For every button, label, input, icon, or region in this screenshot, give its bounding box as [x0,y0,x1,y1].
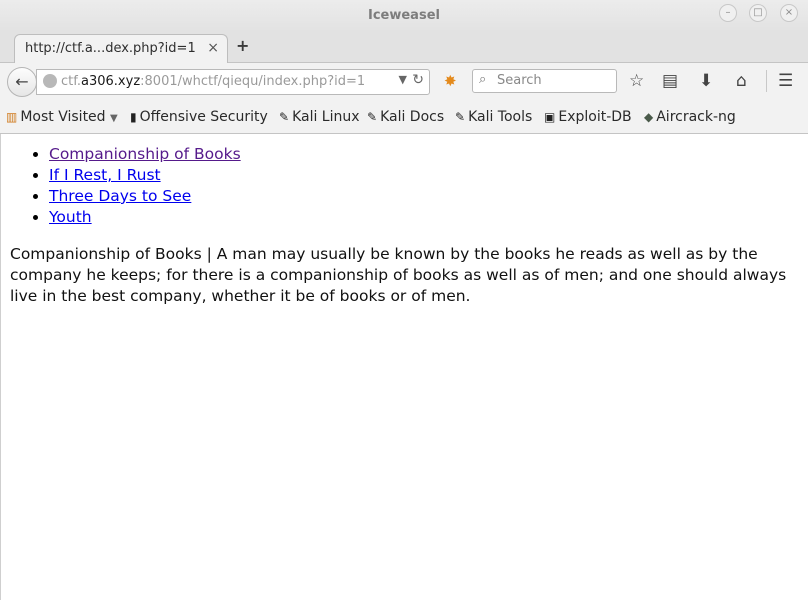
article-link-list: Companionship of Books If I Rest, I Rust… [1,144,241,228]
downloads-icon[interactable]: ⬇ [699,71,713,91]
list-item: Companionship of Books [49,144,241,165]
url-bar[interactable]: ctf.a306.xyz:8001/whctf/qiequ/index.php?… [36,69,430,95]
window-titlebar: Iceweasel – □ × [0,0,808,32]
url-text[interactable]: ctf.a306.xyz:8001/whctf/qiequ/index.php?… [61,74,365,89]
search-input[interactable] [497,71,607,89]
folder-icon: ▥ [6,110,18,124]
list-item: If I Rest, I Rust [49,165,241,186]
url-dropdown-icon[interactable]: ▼ [399,73,407,86]
tab-title: http://ctf.a...dex.php?id=1 [25,41,196,56]
reload-icon[interactable]: ↻ [412,72,424,88]
chevron-down-icon: ▼ [110,113,118,124]
new-tab-button[interactable]: + [236,36,249,55]
toolbar-separator [766,70,767,92]
link-youth[interactable]: Youth [49,208,92,226]
bookmark-kali-docs[interactable]: ✎ Kali Docs [367,109,444,125]
list-item: Three Days to See [49,186,241,207]
aircrack-icon: ◆ [644,110,654,124]
back-button[interactable]: ← [7,67,37,97]
bookmark-kali-tools[interactable]: ✎ Kali Tools [455,109,532,125]
link-if-i-rest-i-rust[interactable]: If I Rest, I Rust [49,166,161,184]
list-item: Youth [49,207,241,228]
article-text: Companionship of Books | A man may usual… [10,245,787,305]
kali-icon: ✎ [367,110,378,124]
bookmark-most-visited[interactable]: ▥ Most Visited ▼ [6,109,118,125]
bookmarks-toolbar: ▥ Most Visited ▼ ▮ Offensive Security ✎ Kal… [0,101,808,134]
navigation-toolbar: ctf.a306.xyz:8001/whctf/qiequ/index.php?… [0,63,808,101]
window-title: Iceweasel [368,8,440,23]
menu-icon[interactable]: ☰ [778,71,793,91]
tab-strip: http://ctf.a...dex.php?id=1 × + [0,32,808,63]
back-arrow-icon: ← [15,72,29,91]
globe-icon [43,74,57,88]
reading-list-icon[interactable]: ▤ [662,71,678,91]
search-box[interactable]: ⌕ [472,69,617,93]
offsec-icon: ▮ [130,110,137,124]
search-icon: ⌕ [479,72,487,87]
bookmark-kali-linux[interactable]: ✎ Kali Linux [279,109,360,125]
extension-icon[interactable]: ✸ [444,72,457,90]
kali-icon: ✎ [279,110,290,124]
bookmark-star-icon[interactable]: ☆ [629,71,644,91]
exploitdb-icon: ▣ [544,110,556,124]
home-icon[interactable]: ⌂ [736,71,747,91]
kali-icon: ✎ [455,110,466,124]
bookmark-aircrack-ng[interactable]: ◆ Aircrack-ng [644,109,736,125]
tab-close-icon[interactable]: × [207,40,219,56]
close-window-button[interactable]: × [780,4,798,22]
minimize-button[interactable]: – [719,4,737,22]
tab-active[interactable]: http://ctf.a...dex.php?id=1 × [14,34,228,63]
link-companionship-of-books[interactable]: Companionship of Books [49,145,241,163]
maximize-button[interactable]: □ [749,4,767,22]
page-content: Companionship of Books If I Rest, I Rust… [0,134,808,600]
bookmark-offensive-security[interactable]: ▮ Offensive Security [130,109,268,125]
bookmark-exploit-db[interactable]: ▣ Exploit-DB [544,109,632,125]
link-three-days-to-see[interactable]: Three Days to See [49,187,191,205]
